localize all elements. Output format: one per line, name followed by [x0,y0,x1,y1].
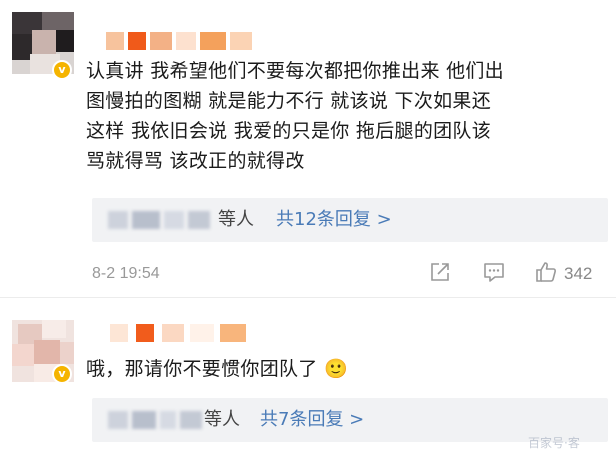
reply-users [108,411,204,429]
comment-item: v 认真讲 我希望他们不要每次都把你推出来 他们出 图慢拍的图糊 就是能力不行 … [0,0,616,298]
watermark: 百家号·客 [528,436,580,450]
username[interactable] [106,32,256,50]
comment-text: 哦，那请你不要惯你团队了 🙂 [86,358,348,380]
reply-users [108,211,212,229]
view-replies-link[interactable]: 共7条回复 > [260,408,364,432]
like-count: 342 [564,264,593,283]
verified-badge-icon: v [52,60,72,80]
view-replies-link[interactable]: 共12条回复 > [276,208,392,232]
comment-icon[interactable] [482,260,506,284]
comment-item: v 哦，那请你不要惯你团队了 🙂 等人 共7条回复 > [0,298,616,449]
reply-users-suffix: 等人 [204,409,240,430]
reply-users-suffix: 等人 [218,209,254,230]
share-icon[interactable] [428,260,452,284]
comment-time: 8-2 19:54 [92,265,160,282]
like-icon[interactable] [534,260,558,284]
verified-badge-icon: v [52,364,72,384]
username[interactable] [110,324,250,342]
comment-text: 认真讲 我希望他们不要每次都把你推出来 他们出 图慢拍的图糊 就是能力不行 就该… [86,60,504,172]
replies-box[interactable]: 等人 共12条回复 > [92,198,608,242]
